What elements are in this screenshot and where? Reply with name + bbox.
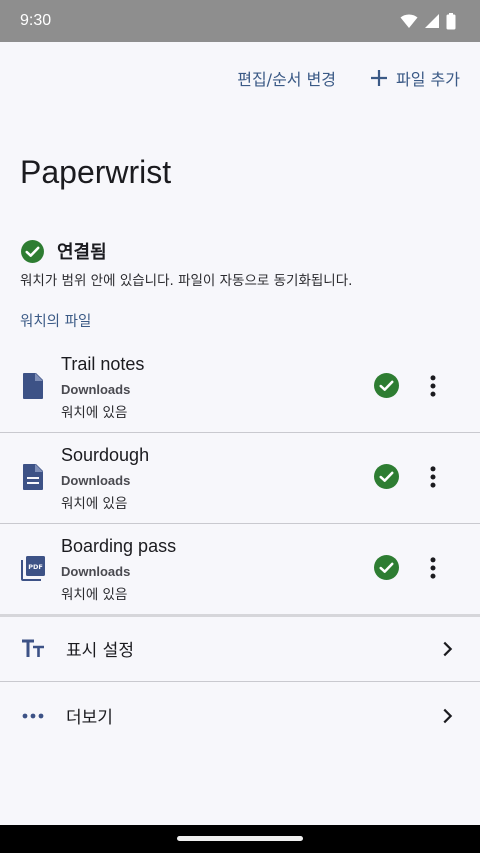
- connection-description: 워치가 범위 안에 있습니다. 파일이 자동으로 동기화됩니다.: [20, 273, 353, 289]
- file-name: Sourdough: [61, 445, 150, 465]
- svg-text:PDF: PDF: [28, 563, 43, 571]
- more-vert-icon[interactable]: [420, 373, 446, 399]
- file-list: Trail notes Downloads 워치에 있음 Sourdough D…: [0, 342, 480, 617]
- display-settings-row[interactable]: 표시 설정: [0, 615, 480, 682]
- synced-check-icon: [374, 555, 399, 580]
- file-location: Downloads: [61, 382, 131, 397]
- battery-icon: [446, 12, 456, 29]
- file-location: Downloads: [61, 473, 131, 488]
- document-icon: [23, 464, 43, 490]
- text-size-icon: [22, 639, 44, 657]
- file-location: Downloads: [61, 564, 131, 579]
- more-label: 더보기: [66, 708, 113, 728]
- edit-order-label: 편집/순서 변경: [237, 70, 337, 89]
- file-name: Trail notes: [61, 354, 145, 374]
- file-status: 워치에 있음: [61, 496, 128, 512]
- navigation-bar: [0, 825, 480, 853]
- app-screen: 편집/순서 변경 파일 추가 Paperwrist 연결됨 워치가 범위 안에 …: [0, 42, 480, 825]
- synced-check-icon: [374, 373, 399, 398]
- connection-status: 연결됨: [20, 238, 107, 264]
- display-settings-label: 표시 설정: [66, 641, 134, 661]
- file-name: Boarding pass: [61, 536, 177, 556]
- check-circle-icon: [21, 239, 44, 263]
- more-vert-icon[interactable]: [420, 464, 446, 490]
- more-row[interactable]: 더보기: [0, 682, 480, 749]
- plus-icon: [371, 70, 388, 86]
- file-status: 워치에 있음: [61, 587, 128, 603]
- file-row-sourdough[interactable]: Sourdough Downloads 워치에 있음: [0, 433, 480, 524]
- files-section-label: 워치의 파일: [20, 314, 92, 330]
- pdf-icon: PDF: [21, 556, 45, 581]
- page-title: Paperwrist: [20, 154, 172, 190]
- status-icons: [400, 12, 456, 30]
- signal-icon: [425, 14, 439, 28]
- synced-check-icon: [374, 464, 399, 489]
- file-icon: [23, 373, 43, 399]
- add-file-button[interactable]: 파일 추가: [370, 66, 460, 90]
- status-time: 9:30: [20, 12, 52, 29]
- more-vert-icon[interactable]: [420, 555, 446, 581]
- edit-order-button[interactable]: 편집/순서 변경: [237, 66, 336, 90]
- chevron-right-icon: [443, 708, 453, 723]
- file-status: 워치에 있음: [61, 405, 128, 421]
- file-row-trail-notes[interactable]: Trail notes Downloads 워치에 있음: [0, 342, 480, 433]
- chevron-right-icon: [443, 641, 453, 656]
- connection-label: 연결됨: [57, 242, 107, 263]
- wifi-icon: [400, 14, 418, 28]
- add-file-label: 파일 추가: [396, 70, 460, 89]
- top-actions: 편집/순서 변경 파일 추가: [237, 66, 460, 90]
- home-gesture-handle[interactable]: [177, 836, 303, 841]
- status-bar: 9:30: [0, 0, 480, 42]
- more-horiz-icon: [22, 713, 44, 718]
- file-row-boarding-pass[interactable]: PDF Boarding pass Downloads 워치에 있음: [0, 524, 480, 617]
